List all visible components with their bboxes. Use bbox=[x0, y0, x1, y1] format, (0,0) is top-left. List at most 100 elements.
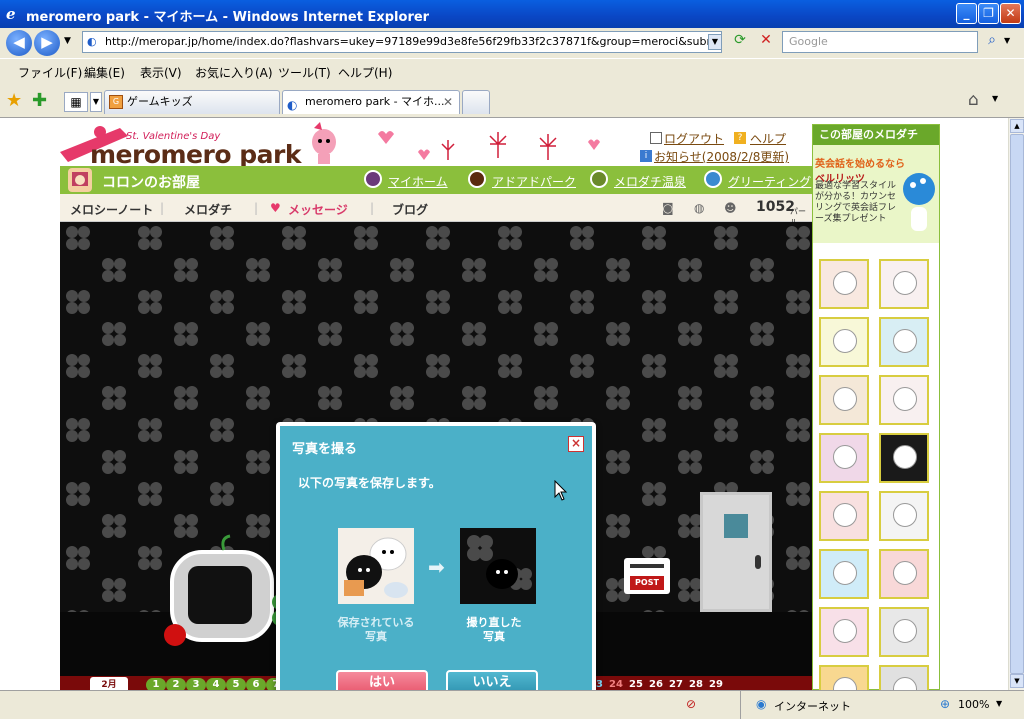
calendar-day[interactable]: 25 bbox=[626, 678, 646, 690]
friend-avatar-icon bbox=[833, 503, 857, 527]
subnav-message[interactable]: メッセージ bbox=[288, 201, 348, 218]
page-content: St. Valentine's Day meromero park ログアウト … bbox=[0, 118, 1008, 690]
post-box[interactable]: POST bbox=[624, 558, 670, 594]
divider bbox=[740, 691, 741, 719]
forward-button[interactable]: ▶ bbox=[34, 30, 60, 56]
nav-myhome[interactable]: マイホーム bbox=[388, 173, 448, 190]
friend-thumbnail[interactable] bbox=[819, 665, 869, 690]
new-tab-button[interactable] bbox=[462, 90, 490, 114]
menu-view[interactable]: 表示(V) bbox=[140, 64, 182, 81]
menu-bar: ファイル(F) 編集(E) 表示(V) お気に入り(A) ツール(T) ヘルプ(… bbox=[0, 58, 1024, 84]
dialog-close-button[interactable]: × bbox=[568, 436, 584, 452]
zoom-level[interactable]: 100% bbox=[958, 698, 989, 711]
notice-link[interactable]: お知らせ(2008/2/8更新) bbox=[654, 148, 789, 165]
menu-edit[interactable]: 編集(E) bbox=[84, 64, 125, 81]
menu-tools[interactable]: ツール(T) bbox=[278, 64, 331, 81]
calendar-day[interactable]: 24 bbox=[606, 678, 626, 690]
menu-file[interactable]: ファイル(F) bbox=[18, 64, 82, 81]
friend-thumbnail[interactable] bbox=[879, 375, 929, 425]
address-dropdown-icon[interactable]: ▼ bbox=[708, 34, 722, 50]
maximize-button[interactable]: ❐ bbox=[978, 3, 999, 24]
friend-thumbnail[interactable] bbox=[819, 317, 869, 367]
history-dropdown-icon[interactable]: ▼ bbox=[64, 36, 71, 46]
subnav-merodachi[interactable]: メロダチ bbox=[184, 201, 232, 218]
back-button[interactable]: ◀ bbox=[6, 30, 32, 56]
zoom-dropdown-icon[interactable]: ▼ bbox=[996, 699, 1002, 708]
tab-list-icon[interactable]: ▼ bbox=[90, 92, 102, 112]
search-input[interactable]: Google bbox=[782, 31, 978, 53]
add-favorite-icon[interactable]: ✚ bbox=[32, 90, 47, 111]
decoration-hearts-icon bbox=[358, 124, 618, 164]
tab-meromero[interactable]: ◐ meromero park - マイホ... ✕ bbox=[282, 90, 460, 114]
tab-gamekids[interactable]: G ゲームキッズ bbox=[104, 90, 280, 114]
vertical-scrollbar[interactable]: ▲ ▼ bbox=[1008, 118, 1024, 690]
friend-thumbnail[interactable] bbox=[879, 433, 929, 483]
refresh-icon[interactable]: ⟳ bbox=[730, 32, 750, 52]
subnav-note[interactable]: メロシーノート bbox=[70, 201, 153, 218]
nav-onsen[interactable]: メロダチ温泉 bbox=[614, 173, 686, 190]
room-avatar-icon bbox=[68, 168, 92, 192]
privacy-icon[interactable]: ⊘ bbox=[686, 697, 696, 711]
calendar-day[interactable]: 4 bbox=[206, 678, 226, 690]
yes-button[interactable]: はい bbox=[336, 670, 428, 690]
calendar-day[interactable]: 3 bbox=[186, 678, 206, 690]
favorites-star-icon[interactable]: ★ bbox=[6, 90, 22, 111]
friend-avatar-icon bbox=[893, 271, 917, 295]
calendar-day[interactable]: 1 bbox=[146, 678, 166, 690]
help-link[interactable]: ヘルプ bbox=[750, 130, 786, 147]
tab-close-icon[interactable]: ✕ bbox=[443, 91, 453, 113]
calendar-day[interactable]: 27 bbox=[666, 678, 686, 690]
calendar-day[interactable]: 5 bbox=[226, 678, 246, 690]
friend-avatar-icon bbox=[833, 387, 857, 411]
address-input[interactable]: ◐ http://meropar.jp/home/index.do?flashv… bbox=[82, 31, 722, 53]
friend-thumbnail[interactable] bbox=[819, 433, 869, 483]
home-icon[interactable]: ⌂ bbox=[968, 90, 979, 110]
calendar-day[interactable]: 26 bbox=[646, 678, 666, 690]
friend-thumbnail[interactable] bbox=[879, 491, 929, 541]
scroll-thumb[interactable] bbox=[1010, 134, 1024, 674]
friend-thumbnail[interactable] bbox=[879, 549, 929, 599]
bag-icon[interactable]: ◍ bbox=[694, 201, 704, 215]
close-window-button[interactable]: ✕ bbox=[1000, 3, 1021, 24]
scroll-up-icon[interactable]: ▲ bbox=[1010, 119, 1024, 133]
friend-avatar-icon bbox=[833, 561, 857, 585]
friend-thumbnail[interactable] bbox=[879, 317, 929, 367]
home-dropdown-icon[interactable]: ▼ bbox=[992, 94, 998, 103]
menu-favorites[interactable]: お気に入り(A) bbox=[195, 64, 273, 81]
search-options-icon[interactable]: ▼ bbox=[1004, 36, 1010, 45]
subnav-blog[interactable]: ブログ bbox=[392, 201, 428, 218]
friend-thumbnail[interactable] bbox=[879, 259, 929, 309]
window-title: meromero park - マイホーム - Windows Internet… bbox=[26, 10, 430, 25]
red-apple-icon[interactable] bbox=[164, 624, 186, 646]
calendar-day[interactable]: 6 bbox=[246, 678, 266, 690]
status-bar: ⊘ ◉ インターネット ⊕ 100% ▼ bbox=[0, 690, 1024, 719]
minimize-button[interactable]: _ bbox=[956, 3, 977, 24]
friend-thumbnail[interactable] bbox=[879, 665, 929, 690]
address-toolbar: ◀ ▶ ▼ ◐ http://meropar.jp/home/index.do?… bbox=[0, 28, 1024, 58]
stop-icon[interactable]: ✕ bbox=[756, 32, 776, 52]
calendar-day[interactable]: 28 bbox=[686, 678, 706, 690]
friend-thumbnail[interactable] bbox=[819, 375, 869, 425]
friend-thumbnail[interactable] bbox=[879, 607, 929, 657]
friend-thumbnail[interactable] bbox=[819, 491, 869, 541]
site-logo[interactable]: meromero park bbox=[90, 140, 301, 169]
nav-adpark[interactable]: アドアドパーク bbox=[492, 173, 576, 190]
menu-help[interactable]: ヘルプ(H) bbox=[338, 64, 392, 81]
scroll-down-icon[interactable]: ▼ bbox=[1010, 674, 1024, 688]
calendar-day[interactable]: 2 bbox=[166, 678, 186, 690]
calendar-day[interactable]: 29 bbox=[706, 678, 726, 690]
no-button[interactable]: いいえ bbox=[446, 670, 538, 690]
door[interactable] bbox=[700, 492, 772, 612]
friend-thumbnail[interactable] bbox=[819, 607, 869, 657]
friend-thumbnail[interactable] bbox=[819, 549, 869, 599]
search-icon[interactable]: ⌕ bbox=[982, 32, 1002, 52]
nav-greeting[interactable]: グリーティング bbox=[728, 173, 811, 190]
friend-thumbnail[interactable] bbox=[819, 259, 869, 309]
logout-link[interactable]: ログアウト bbox=[664, 130, 724, 147]
camera-icon[interactable]: ◙ bbox=[662, 201, 674, 215]
character-icon[interactable]: ☻ bbox=[724, 201, 737, 215]
zoom-icon: ⊕ bbox=[940, 697, 951, 711]
sidebar-ad[interactable]: 英会話を始めるなら ベルリッツ 最適な学習スタイルが分かる！カウンセリングで英会… bbox=[813, 145, 939, 243]
quick-tabs-icon[interactable]: ▦ bbox=[64, 92, 88, 112]
friend-avatar-icon bbox=[893, 561, 917, 585]
